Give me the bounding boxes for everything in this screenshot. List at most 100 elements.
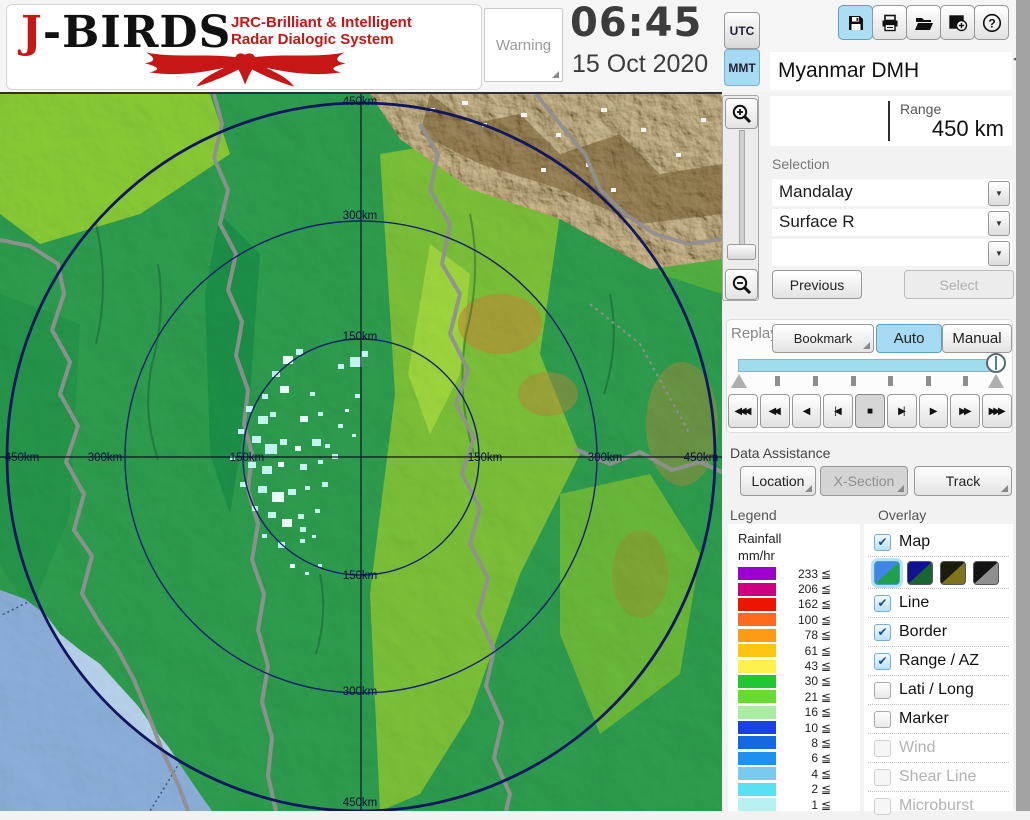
zoom-slider-handle[interactable] xyxy=(727,244,756,260)
site-dropdown[interactable]: Mandalay ▼ xyxy=(772,179,1012,206)
warning-button[interactable]: Warning xyxy=(484,8,563,82)
check-icon: ✔ xyxy=(877,625,887,639)
legend-operator: ≦ xyxy=(821,659,831,673)
chevron-down-icon[interactable]: ▼ xyxy=(988,241,1010,266)
overlay-item-line[interactable]: ✔ Line xyxy=(868,588,1009,617)
auto-mode-button[interactable]: Auto xyxy=(876,324,942,353)
timezone-mmt-button[interactable]: MMT xyxy=(724,49,760,86)
floppy-disk-icon xyxy=(846,13,866,33)
timeline-start-marker[interactable] xyxy=(731,374,747,388)
checkbox-line[interactable]: ✔ xyxy=(874,595,891,612)
save-button[interactable] xyxy=(838,5,873,40)
overlay-item-label: Microburst xyxy=(899,797,974,815)
zoom-slider-track[interactable] xyxy=(739,130,745,260)
legend-row: 206≦ xyxy=(728,581,860,596)
radar-map-display[interactable]: 450km 300km 150km 150km 300km 450km 450k… xyxy=(0,92,722,811)
clock-time: 06:45 xyxy=(570,0,720,46)
svg-text:150km: 150km xyxy=(230,452,265,464)
checkbox-marker[interactable] xyxy=(874,711,891,728)
replay-label: Replay xyxy=(731,325,778,342)
playback-skip-start-button[interactable]: |◀ xyxy=(823,394,853,428)
location-button[interactable]: Location xyxy=(740,466,816,496)
overlay-item-range-az[interactable]: ✔ Range / AZ xyxy=(868,646,1009,675)
chevron-down-icon[interactable]: ▼ xyxy=(988,211,1010,236)
map-style-swatch-2[interactable] xyxy=(907,561,933,585)
overlay-item-label: Range / AZ xyxy=(899,652,979,670)
playback-skip-end-button[interactable]: ▶| xyxy=(887,394,917,428)
timeline-tick xyxy=(775,376,780,386)
legend-row: 30≦ xyxy=(728,674,860,689)
timezone-utc-button[interactable]: UTC xyxy=(724,12,760,49)
legend-title-rainfall: Rainfall xyxy=(738,531,781,546)
logo-subtitle-line2: Radar Dialogic System xyxy=(231,31,412,48)
legend-row: 10≦ xyxy=(728,720,860,735)
option-dropdown[interactable]: ▼ xyxy=(772,239,1012,266)
playback-play-button[interactable]: ▶ xyxy=(919,394,949,428)
print-button[interactable] xyxy=(872,5,907,40)
legend-color-swatch xyxy=(738,660,776,673)
clock-date: 15 Oct 2020 xyxy=(572,50,742,79)
zoom-out-button[interactable] xyxy=(725,269,758,300)
playback-rewind-fast-button[interactable]: ◀◀◀ xyxy=(728,394,758,428)
timeline-tick xyxy=(963,376,968,386)
checkbox-lati-long[interactable] xyxy=(874,682,891,699)
checkbox-map[interactable]: ✔ xyxy=(874,534,891,551)
legend-row: 43≦ xyxy=(728,658,860,673)
product-dropdown[interactable]: Surface R ▼ xyxy=(772,209,1012,236)
overlay-item-wind: Wind xyxy=(868,733,1009,762)
map-style-swatch-1[interactable] xyxy=(874,561,900,585)
timeline-end-marker[interactable] xyxy=(988,374,1004,388)
manual-mode-button[interactable]: Manual xyxy=(942,324,1012,353)
map-style-swatch-3[interactable] xyxy=(940,561,966,585)
legend-color-swatch xyxy=(738,644,776,657)
playback-forward-button[interactable]: ▶▶ xyxy=(950,394,980,428)
bookmark-button-label: Bookmark xyxy=(794,331,853,346)
overlay-item-lati-long[interactable]: Lati / Long xyxy=(868,675,1009,704)
check-icon: ✔ xyxy=(877,596,887,610)
overlay-item-border[interactable]: ✔ Border xyxy=(868,617,1009,646)
open-file-button[interactable] xyxy=(906,5,941,40)
timeline-tick xyxy=(813,376,818,386)
chevron-down-icon[interactable]: ▼ xyxy=(988,181,1010,206)
range-label: Range xyxy=(900,101,941,117)
jbirds-app: { "header": { "logo_title_red": "J", "lo… xyxy=(0,0,1030,811)
replay-timeline-track[interactable] xyxy=(738,359,1000,372)
logo-subtitle: JRC-Brilliant & Intelligent Radar Dialog… xyxy=(231,14,412,48)
timeline-tick xyxy=(888,376,893,386)
legend-operator: ≦ xyxy=(821,782,831,796)
previous-button[interactable]: Previous xyxy=(772,270,862,299)
legend-scale: 233≦206≦162≦100≦78≦61≦43≦30≦21≦16≦10≦8≦6… xyxy=(728,566,860,812)
bookmark-button[interactable]: Bookmark xyxy=(772,324,874,353)
zoom-in-button[interactable] xyxy=(725,98,758,129)
checkbox-border[interactable]: ✔ xyxy=(874,624,891,641)
checkbox-range-az[interactable]: ✔ xyxy=(874,653,891,670)
map-style-swatch-4[interactable] xyxy=(973,561,999,585)
svg-text:450km: 450km xyxy=(343,96,378,108)
legend-row: 162≦ xyxy=(728,597,860,612)
legend-value: 233 xyxy=(776,567,818,581)
svg-text:300km: 300km xyxy=(88,452,123,464)
legend-operator: ≦ xyxy=(821,674,831,688)
select-button[interactable]: Select xyxy=(904,270,1014,299)
overlay-item-marker[interactable]: Marker xyxy=(868,704,1009,733)
playback-forward-fast-button[interactable]: ▶▶▶ xyxy=(982,394,1012,428)
overlay-item-label: Lati / Long xyxy=(899,681,974,699)
playback-rewind-button[interactable]: ◀◀ xyxy=(760,394,790,428)
playback-step-back-button[interactable]: ◀ xyxy=(792,394,822,428)
map-style-selector xyxy=(868,556,1009,589)
track-button[interactable]: Track xyxy=(914,466,1012,496)
overlay-item-map[interactable]: ✔ Map xyxy=(868,528,1009,556)
legend-color-swatch xyxy=(738,675,776,688)
legend-row: 8≦ xyxy=(728,735,860,750)
x-section-button[interactable]: X-Section xyxy=(820,466,908,496)
playback-stop-button[interactable]: ■ xyxy=(855,394,885,428)
x-section-button-label: X-Section xyxy=(834,473,895,489)
radar-map-canvas: 450km 300km 150km 150km 300km 450km 450k… xyxy=(0,94,722,811)
replay-timeline-handle[interactable] xyxy=(986,353,1006,373)
svg-text:150km: 150km xyxy=(343,331,378,343)
legend-operator: ≦ xyxy=(821,767,831,781)
capture-button[interactable] xyxy=(940,5,975,40)
help-button[interactable]: ? xyxy=(974,5,1009,40)
warning-button-label: Warning xyxy=(496,37,551,54)
legend-value: 206 xyxy=(776,582,818,596)
